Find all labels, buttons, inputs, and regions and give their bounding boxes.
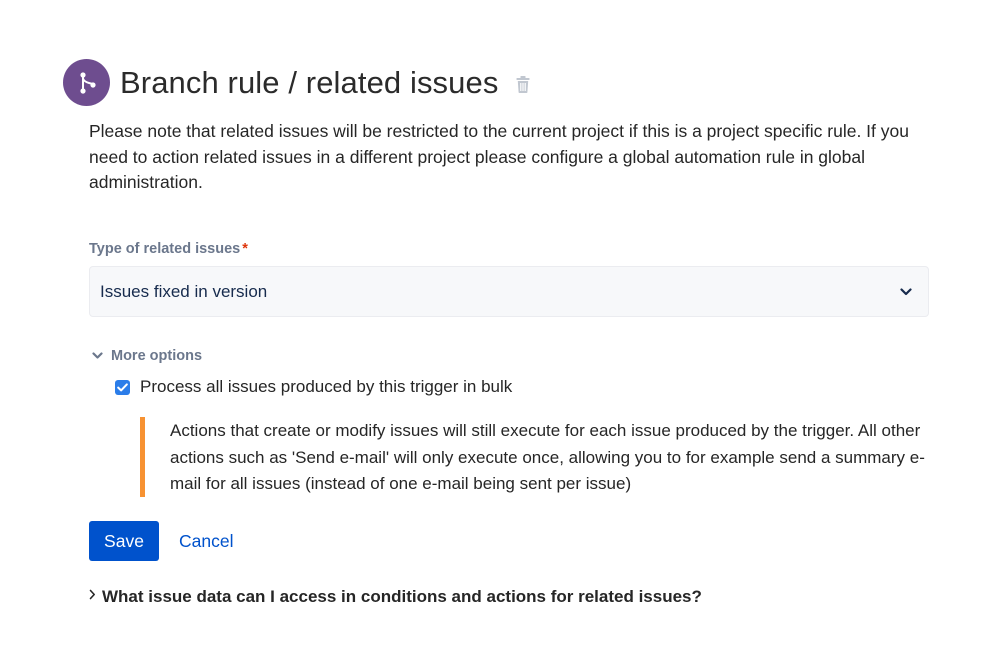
chevron-down-icon xyxy=(900,287,912,296)
branch-icon xyxy=(63,59,110,106)
page-title: Branch rule / related issues xyxy=(120,64,499,100)
cancel-button[interactable]: Cancel xyxy=(179,531,233,552)
faq-question: What issue data can I access in conditio… xyxy=(102,587,702,606)
bulk-processing-note: Actions that create or modify issues wil… xyxy=(140,417,930,497)
field-label-text: Type of related issues xyxy=(89,241,241,257)
rule-description: Please note that related issues will be … xyxy=(89,121,909,192)
bulk-processing-option: Process all issues produced by this trig… xyxy=(115,377,512,397)
chevron-right-icon xyxy=(89,589,96,600)
related-issues-type-select[interactable]: Issues fixed in version xyxy=(89,266,929,317)
checkmark-icon xyxy=(117,382,128,391)
header: Branch rule / related issues xyxy=(63,59,530,106)
more-options-toggle[interactable]: More options xyxy=(92,348,202,364)
bulk-processing-checkbox[interactable] xyxy=(115,379,130,395)
related-issues-type-label: Type of related issues * xyxy=(89,241,248,257)
chevron-down-icon xyxy=(92,352,103,360)
bulk-processing-label[interactable]: Process all issues produced by this trig… xyxy=(140,377,512,397)
more-options-label: More options xyxy=(111,348,203,364)
select-value: Issues fixed in version xyxy=(100,281,268,301)
save-button[interactable]: Save xyxy=(89,521,159,561)
note-text: Actions that create or modify issues wil… xyxy=(170,421,925,493)
required-marker: * xyxy=(242,241,248,257)
trash-icon[interactable] xyxy=(516,76,530,93)
faq-toggle[interactable]: What issue data can I access in conditio… xyxy=(89,587,702,607)
branch-rule-editor: Branch rule / related issues Please note… xyxy=(0,0,999,649)
